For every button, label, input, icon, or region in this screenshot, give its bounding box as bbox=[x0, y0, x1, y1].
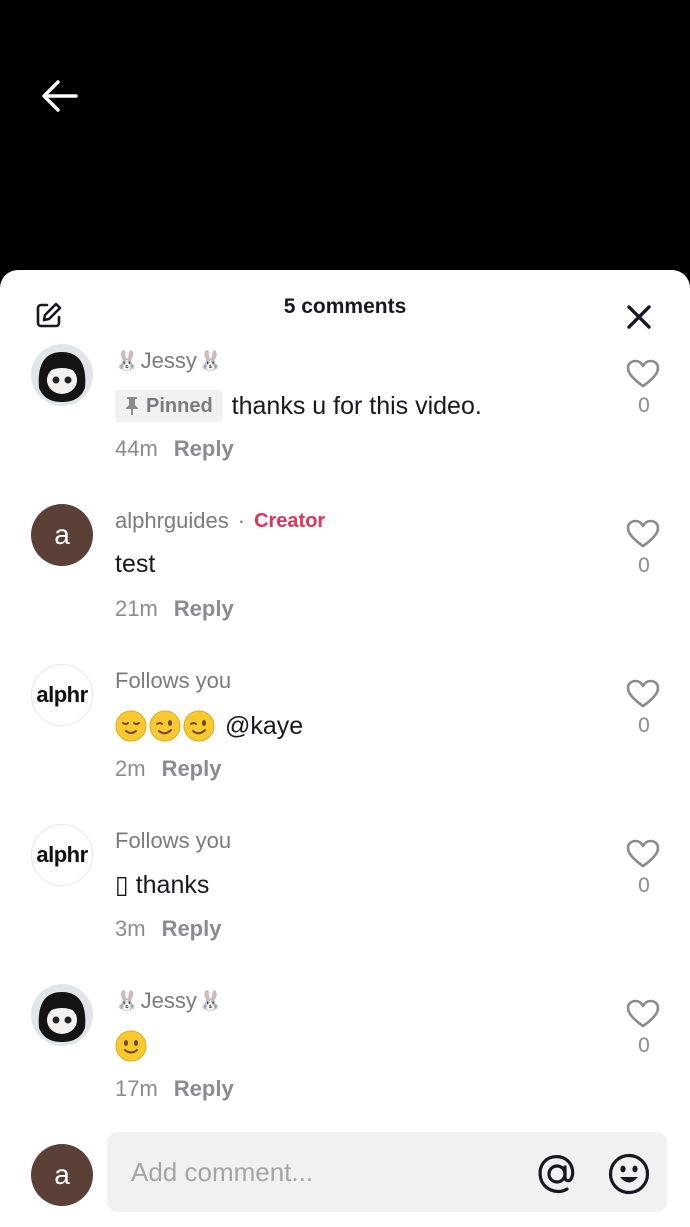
like-count: 0 bbox=[638, 394, 650, 417]
mention-button[interactable] bbox=[535, 1152, 579, 1196]
comment-item: alphr Follows you @kaye 2m Reply 0 bbox=[0, 590, 690, 781]
comment-composer: a bbox=[0, 1116, 690, 1227]
username-text: Jessy bbox=[140, 348, 197, 373]
heart-icon bbox=[626, 999, 660, 1028]
like-button[interactable] bbox=[626, 999, 662, 1031]
comment-body: @kaye bbox=[225, 711, 304, 740]
reply-button[interactable]: Reply bbox=[174, 1076, 234, 1102]
comment-body: test bbox=[115, 550, 156, 578]
bunny-icon: 🐰 bbox=[115, 991, 139, 1012]
my-avatar[interactable]: a bbox=[31, 1144, 93, 1206]
user-photo-icon bbox=[31, 344, 93, 406]
comment-text bbox=[115, 1030, 147, 1062]
pinned-label: Pinned bbox=[146, 394, 213, 417]
comment-item: a alphrguides · Creator test 21m Reply 0 bbox=[0, 430, 690, 621]
bunny-icon: 🐰 bbox=[115, 351, 139, 372]
comment-username[interactable]: 🐰 Jessy 🐰 bbox=[115, 348, 223, 374]
comment-username[interactable]: 🐰 Jessy 🐰 bbox=[115, 988, 223, 1014]
comment-meta: 17m Reply bbox=[115, 1076, 234, 1102]
avatar[interactable]: alphr bbox=[31, 824, 93, 886]
emoji-icon bbox=[608, 1153, 650, 1195]
like-count: 0 bbox=[638, 874, 650, 897]
like-count: 0 bbox=[638, 1034, 650, 1057]
comments-sheet: 5 comments 🐰 Jessy 🐰 Pinned thanks u for… bbox=[0, 270, 690, 1227]
comment-item: 🐰 Jessy 🐰 17m Reply 0 bbox=[0, 910, 690, 1101]
comment-username[interactable]: Follows you bbox=[115, 668, 231, 694]
comment-username[interactable]: Follows you bbox=[115, 828, 231, 854]
user-photo-icon bbox=[31, 984, 93, 1046]
username-text: Follows you bbox=[115, 828, 232, 853]
avatar[interactable]: alphr bbox=[31, 664, 93, 726]
like-count: 0 bbox=[638, 714, 650, 737]
avatar[interactable]: a bbox=[31, 504, 93, 566]
like-count: 0 bbox=[638, 554, 650, 577]
comment-text: Pinned thanks u for this video. bbox=[115, 390, 482, 422]
comment-body: thanks u for this video. bbox=[231, 391, 482, 420]
comment-text: test bbox=[115, 550, 155, 579]
comment-username[interactable]: alphrguides · Creator bbox=[115, 508, 325, 534]
like-button[interactable] bbox=[626, 519, 662, 551]
emoji-button[interactable] bbox=[607, 1152, 651, 1196]
separator-dot: · bbox=[237, 508, 246, 533]
winking-face-icon bbox=[183, 710, 215, 742]
slightly-smiling-face-icon bbox=[115, 1030, 147, 1062]
at-sign-icon bbox=[538, 1155, 575, 1194]
bunny-icon: 🐰 bbox=[198, 351, 223, 372]
pinned-badge: Pinned bbox=[115, 390, 222, 422]
heart-icon bbox=[626, 679, 660, 708]
like-button[interactable] bbox=[626, 679, 662, 711]
comment-input-box[interactable] bbox=[107, 1132, 667, 1212]
username-text: alphrguides bbox=[115, 508, 229, 533]
bunny-icon: 🐰 bbox=[198, 991, 223, 1012]
pin-icon bbox=[126, 397, 138, 415]
winking-face-icon bbox=[149, 710, 181, 742]
heart-icon bbox=[626, 519, 660, 548]
comment-body: ▯ thanks bbox=[115, 871, 210, 899]
creator-badge: Creator bbox=[254, 509, 326, 532]
relieved-face-icon bbox=[115, 710, 147, 742]
username-text: Follows you bbox=[115, 668, 232, 693]
heart-icon bbox=[626, 359, 660, 388]
comment-item: 🐰 Jessy 🐰 Pinned thanks u for this video… bbox=[0, 270, 690, 461]
arrow-left-icon bbox=[42, 80, 78, 112]
username-text: Jessy bbox=[140, 988, 197, 1013]
video-area bbox=[0, 0, 690, 280]
comment-text: @kaye bbox=[115, 710, 303, 742]
avatar[interactable] bbox=[31, 344, 93, 406]
comment-item: alphr Follows you ▯ thanks 3m Reply 0 bbox=[0, 750, 690, 941]
emoji-group bbox=[115, 710, 215, 742]
like-button[interactable] bbox=[626, 839, 662, 871]
comment-input[interactable] bbox=[131, 1132, 511, 1212]
heart-icon bbox=[626, 839, 660, 868]
comment-text: ▯ thanks bbox=[115, 870, 209, 900]
like-button[interactable] bbox=[626, 359, 662, 391]
comment-time: 17m bbox=[115, 1076, 158, 1101]
back-button[interactable] bbox=[36, 74, 84, 118]
avatar[interactable] bbox=[31, 984, 93, 1046]
